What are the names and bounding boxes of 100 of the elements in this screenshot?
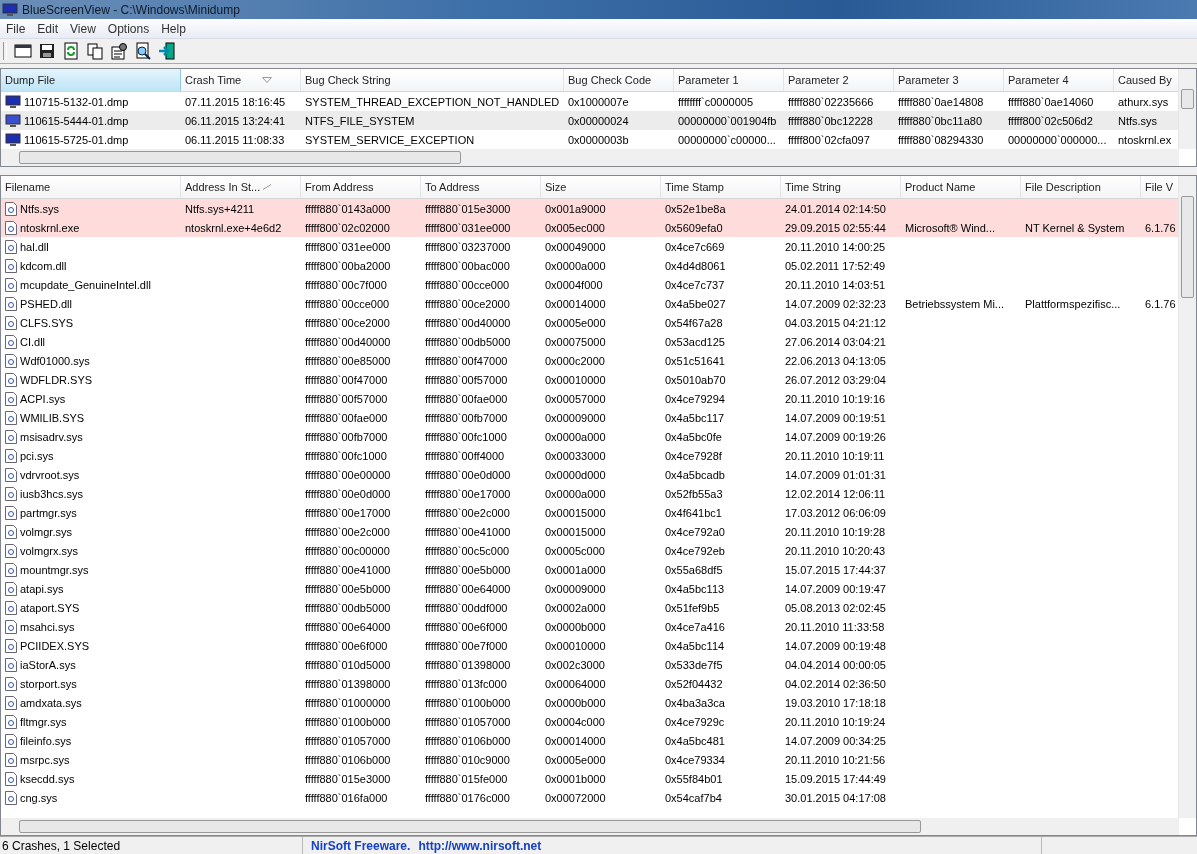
table-cell: 04.03.2015 04:21:12 (785, 316, 886, 329)
table-row[interactable]: PCIIDEX.SYS fffff880`00e6f000 fffff880`00e7f000 0x00010000 0x4a5bc114 14.07.2009 00:19:48 (1, 636, 1179, 655)
table-cell: fffff880`0106b000 (305, 753, 391, 766)
table-cell: fffff880`00e0d000 (305, 487, 391, 500)
menu-item[interactable]: Help (155, 21, 192, 36)
table-row[interactable]: ntoskrnl.exe ntoskrnl.exe+4e6d2 fffff800`02c02000 fffff800`031ee000 0x005ec000 0x5609efa0 29.09.2015 02:55:44 Microsoft® Wind... NT Kernel & System 6.1.76 (1, 218, 1179, 237)
table-cell: 12.02.2014 12:06:11 (785, 487, 886, 500)
table-row[interactable]: volmgrx.sys fffff880`00c00000 fffff880`00c5c000 0x0005c000 0x4ce792eb 20.11.2010 10:20:43 (1, 541, 1179, 560)
copy-button[interactable] (84, 40, 106, 62)
menu-item[interactable]: File (0, 21, 32, 36)
column-header[interactable]: From Address (301, 176, 421, 198)
table-cell: 0x54f67a28 (665, 316, 723, 329)
table-cell: mcupdate_GenuineIntel.dll (20, 278, 151, 291)
column-header[interactable]: Filename (1, 176, 181, 198)
menu-item[interactable]: View (64, 21, 102, 36)
table-row[interactable]: 110615-5725-01.dmp 06.11.2015 11:08:33 SYSTEM_SERVICE_EXCEPTION 0x0000003b 00000000`c00000... fffff800`02cfa097 fffff880`08294330 00000000`000000... ntoskrnl.ex (1, 130, 1179, 149)
table-cell-text: fffff880`02235666 (787, 94, 875, 110)
table-row[interactable]: ataport.SYS fffff880`00db5000 fffff880`00ddf000 0x0002a000 0x51fef9b5 05.08.2013 02:02:45 (1, 598, 1179, 617)
table-row[interactable]: cng.sys fffff880`016fa000 fffff880`0176c000 0x00072000 0x54caf7b4 30.01.2015 04:17:08 (1, 788, 1179, 807)
table-cell: 20.11.2010 10:19:11 (785, 449, 885, 462)
column-header[interactable]: Address In St... (181, 176, 301, 198)
table-row[interactable]: hal.dll fffff800`031ee000 fffff800`03237000 0x00049000 0x4ce7c669 20.11.2010 14:00:25 (1, 237, 1179, 256)
table-cell: 0x4ce7c669 (665, 240, 725, 253)
column-header[interactable]: Crash Time (181, 69, 301, 91)
table-cell: 0x00015000 (545, 506, 606, 519)
table-cell: 0x4a5bc0fe (665, 430, 722, 443)
table-cell: fffff800`02c02000 (305, 221, 390, 234)
table-row[interactable]: mcupdate_GenuineIntel.dll fffff880`00c7f000 fffff880`00cce000 0x0004f000 0x4ce7c737 20.11.2010 14:03:51 (1, 275, 1179, 294)
table-cell: 110615-5725-01.dmp (1, 130, 181, 149)
scrollbar[interactable] (1178, 69, 1196, 149)
table-row[interactable]: iaStorA.sys fffff880`010d5000 fffff880`01398000 0x002c3000 0x533de7f5 04.04.2014 00:00:05 (1, 655, 1179, 674)
table-cell: 6.1.76 (1145, 297, 1176, 310)
table-cell-text: fffff880`0bc12228 (787, 113, 874, 129)
table-cell: 0x00009000 (545, 411, 606, 424)
file-icon (5, 752, 17, 767)
table-cell: 0x0005e000 (545, 753, 606, 766)
table-row[interactable]: WDFLDR.SYS fffff880`00f47000 fffff880`00f57000 0x00010000 0x5010ab70 26.07.2012 03:29:04 (1, 370, 1179, 389)
table-cell: fffff880`00c00000 (305, 544, 390, 557)
table-row[interactable]: fileinfo.sys fffff880`01057000 fffff880`0106b000 0x00014000 0x4a5bc481 14.07.2009 00:34:25 (1, 731, 1179, 750)
table-row[interactable]: WMILIB.SYS fffff880`00fae000 fffff880`00fb7000 0x00009000 0x4a5bc117 14.07.2009 00:19:51 (1, 408, 1179, 427)
scrollbar[interactable] (1178, 176, 1196, 818)
table-row[interactable]: volmgr.sys fffff880`00e2c000 fffff880`00e41000 0x00015000 0x4ce792a0 20.11.2010 10:19:28 (1, 522, 1179, 541)
table-row[interactable]: 110615-5444-01.dmp 06.11.2015 13:24:41 NTFS_FILE_SYSTEM 0x00000024 00000000`001904fb fffff880`0bc12228 fffff880`0bc11a80 fffff800`02c506d2 Ntfs.sys (1, 111, 1179, 130)
table-row[interactable]: msahci.sys fffff880`00e64000 fffff880`00e6f000 0x0000b000 0x4ce7a416 20.11.2010 11:33:58 (1, 617, 1179, 636)
table-cell: 0x4a5bc114 (665, 639, 725, 652)
column-header[interactable]: Bug Check String (301, 69, 564, 91)
table-row[interactable]: partmgr.sys fffff880`00e17000 fffff880`00e2c000 0x00015000 0x4f641bc1 17.03.2012 06:06:09 (1, 503, 1179, 522)
table-row[interactable]: amdxata.sys fffff880`01000000 fffff880`0100b000 0x0000b000 0x4ba3a3ca 19.03.2010 17:18:18 (1, 693, 1179, 712)
table-row[interactable]: CI.dll fffff880`00d40000 fffff880`00db5000 0x00075000 0x53acd125 27.06.2014 03:04:21 (1, 332, 1179, 351)
column-header[interactable]: Dump File (1, 69, 181, 91)
table-cell: 0x52e1be8a (665, 202, 726, 215)
column-header[interactable]: Size (541, 176, 661, 198)
column-header[interactable]: Parameter 3 (894, 69, 1004, 91)
column-header[interactable]: Parameter 1 (674, 69, 784, 91)
scrollbar[interactable] (1, 818, 1179, 835)
table-row[interactable]: 110715-5132-01.dmp 07.11.2015 18:16:45 SYSTEM_THREAD_EXCEPTION_NOT_HANDLED 0x1000007e ffffffff`c0000005 fffff880`02235666 fffff880`0ae14808 fffff880`0ae14060 athurx.sys (1, 92, 1179, 111)
table-row[interactable]: storport.sys fffff880`01398000 fffff880`013fc000 0x00064000 0x52f04432 04.02.2014 02:36:50 (1, 674, 1179, 693)
column-header[interactable]: Time String (781, 176, 901, 198)
column-header[interactable]: File Description (1021, 176, 1141, 198)
table-row[interactable]: kdcom.dll fffff800`00ba2000 fffff800`00bac000 0x0000a000 0x4d4d8061 05.02.2011 17:52:49 (1, 256, 1179, 275)
column-header[interactable]: Bug Check Code (564, 69, 674, 91)
table-row[interactable]: mountmgr.sys fffff880`00e41000 fffff880`00e5b000 0x0001a000 0x55a68df5 15.07.2015 17:44:37 (1, 560, 1179, 579)
table-cell: CLFS.SYS (20, 316, 74, 329)
column-header[interactable]: Product Name (901, 176, 1021, 198)
menu-item[interactable]: Edit (31, 21, 65, 36)
file-icon (5, 581, 17, 596)
table-row[interactable]: vdrvroot.sys fffff880`00e00000 fffff880`00e0d000 0x0000d000 0x4a5bcadb 14.07.2009 01:01:31 (1, 465, 1179, 484)
table-row[interactable]: pci.sys fffff880`00fc1000 fffff880`00ff4000 0x00033000 0x4ce7928f 20.11.2010 10:19:11 (1, 446, 1179, 465)
table-row[interactable]: ksecdd.sys fffff880`015e3000 fffff880`015fe000 0x0001b000 0x55f84b01 15.09.2015 17:44:49 (1, 769, 1179, 788)
column-header[interactable]: Parameter 4 (1004, 69, 1114, 91)
table-row[interactable]: iusb3hcs.sys fffff880`00e0d000 fffff880`00e17000 0x0000a000 0x52fb55a3 12.02.2014 12:06:11 (1, 484, 1179, 503)
menu-item[interactable]: Options (101, 21, 156, 36)
table-row[interactable]: CLFS.SYS fffff880`00ce2000 fffff880`00d40000 0x0005e000 0x54f67a28 04.03.2015 04:21:12 (1, 313, 1179, 332)
table-cell: 0x4a5bc117 (665, 411, 725, 424)
column-header[interactable]: Time Stamp (661, 176, 781, 198)
exit-button[interactable] (156, 40, 178, 62)
table-row[interactable]: fltmgr.sys fffff880`0100b000 fffff880`01057000 0x0004c000 0x4ce7929c 20.11.2010 10:19:24 (1, 712, 1179, 731)
table-row[interactable]: msisadrv.sys fffff880`00fb7000 fffff880`00fc1000 0x0000a000 0x4a5bc0fe 14.07.2009 00:19:26 (1, 427, 1179, 446)
table-row[interactable]: msrpc.sys fffff880`0106b000 fffff880`010c9000 0x0005e000 0x4ce79334 20.11.2010 10:21:56 (1, 750, 1179, 769)
table-cell: 0x00072000 (545, 791, 606, 804)
table-cell: fffff880`015e3000 (425, 202, 511, 215)
table-cell: 0x00075000 (545, 335, 606, 348)
file-icon (5, 733, 17, 748)
file-icon (5, 619, 17, 634)
column-header[interactable]: Parameter 2 (784, 69, 894, 91)
table-cell: fffff880`00ddf000 (425, 601, 508, 614)
column-header[interactable]: To Address (421, 176, 541, 198)
table-cell: 0x0000b000 (545, 696, 606, 709)
table-row[interactable]: PSHED.dll fffff880`00cce000 fffff880`00ce2000 0x00014000 0x4a5be027 14.07.2009 02:32:23 Betriebssystem Mi... Plattformspezifisc... 6.1.76 (1, 294, 1179, 313)
file-icon (5, 771, 17, 786)
table-row[interactable]: ACPI.sys fffff880`00f57000 fffff880`00fae000 0x00057000 0x4ce79294 20.11.2010 10:19:16 (1, 389, 1179, 408)
properties-button[interactable] (108, 40, 130, 62)
table-row[interactable]: atapi.sys fffff880`00e5b000 fffff880`00e64000 0x00009000 0x4a5bc113 14.07.2009 00:19:47 (1, 579, 1179, 598)
website-link[interactable]: http://www.nirsoft.net (418, 838, 542, 853)
table-cell: 20.11.2010 10:20:43 (785, 544, 886, 557)
scrollbar[interactable] (1, 149, 1179, 166)
table-cell: fffff880`010c9000 (425, 753, 510, 766)
table-cell: 0x0001a000 (545, 563, 606, 576)
table-row[interactable]: Wdf01000.sys fffff880`00e85000 fffff880`00f47000 0x000c2000 0x51c51641 22.06.2013 04:13:05 (1, 351, 1179, 370)
table-row[interactable]: Ntfs.sys Ntfs.sys+4211 fffff880`0143a000 fffff880`015e3000 0x001a9000 0x52e1be8a 24.01.2014 02:14:50 (1, 199, 1179, 218)
